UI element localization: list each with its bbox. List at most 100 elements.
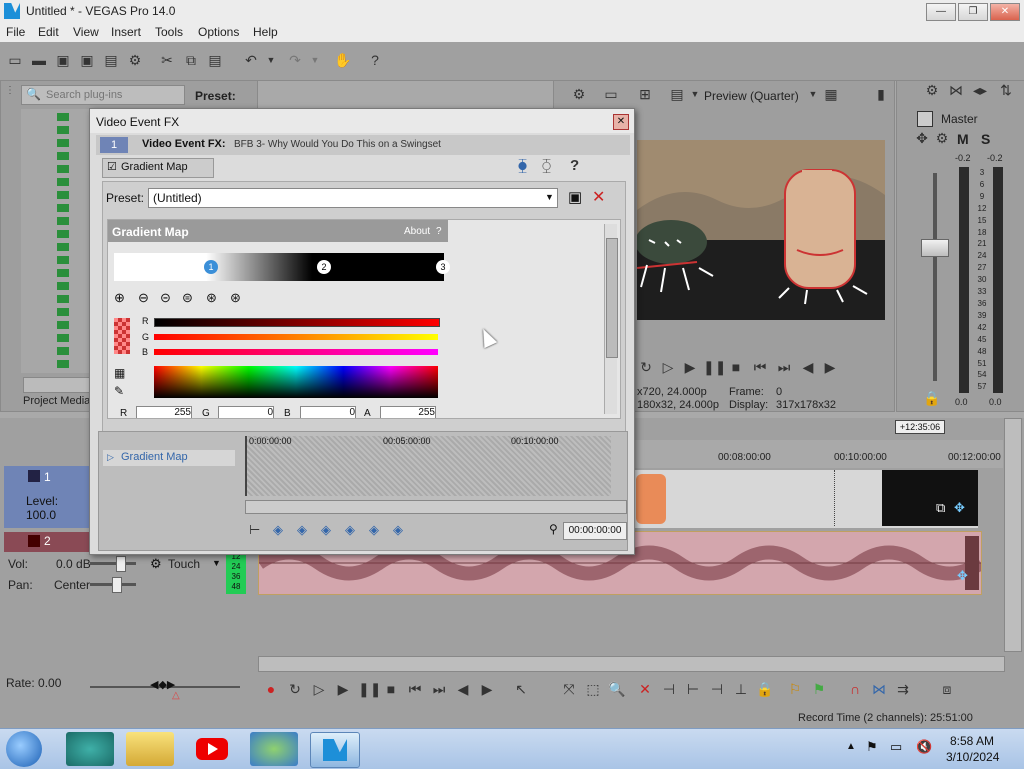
master-bus-toggle[interactable] <box>917 111 933 127</box>
go-to-start-icon-2[interactable]: ⏮ <box>406 680 424 698</box>
undo-icon[interactable]: ↶ <box>242 51 260 69</box>
go-to-end-icon[interactable]: ⏭ <box>775 358 793 376</box>
auto-ripple-icon[interactable]: ⇉ <box>894 680 912 698</box>
next-frame-icon-2[interactable]: ▶ <box>478 680 496 698</box>
keyframe-timeline[interactable]: 0:00:00:00 00:05:00:00 00:10:00:00 <box>245 436 611 496</box>
save-preset-icon[interactable]: ▣ <box>568 188 582 206</box>
cut-icon[interactable]: ✂ <box>158 51 176 69</box>
red-channel-slider[interactable] <box>154 318 440 327</box>
master-mute-button[interactable]: M <box>957 131 969 147</box>
track-1-header[interactable]: 1 Level: 100.0 <box>4 466 90 528</box>
first-keyframe-icon[interactable]: ◈ <box>273 522 283 538</box>
track-2-automation-mode[interactable]: Touch <box>168 557 200 571</box>
reverse-icon[interactable]: ⊛ <box>230 290 241 306</box>
master-automation-icon[interactable]: ✥ <box>913 129 931 147</box>
taskbar-youtube-icon[interactable] <box>188 732 236 766</box>
fx-enable-checkbox[interactable]: ☑ <box>107 160 117 173</box>
preset-select[interactable]: (Untitled) ▼ <box>148 188 558 208</box>
taskbar-app-green-icon[interactable] <box>66 732 114 766</box>
delete-icon[interactable]: ✕ <box>636 680 654 698</box>
record-icon[interactable]: ● <box>262 680 280 698</box>
track-2-vol-slider[interactable] <box>90 562 136 565</box>
distribute-icon[interactable]: ⊛ <box>206 290 217 306</box>
stop-icon-2[interactable]: ■ <box>382 680 400 698</box>
lock-icon[interactable]: 🔒 <box>756 680 774 698</box>
event-pan-crop-icon[interactable]: ⧉ <box>936 500 945 516</box>
master-solo-button[interactable]: S <box>981 131 990 147</box>
prev-frame-icon-2[interactable]: ◀ <box>454 680 472 698</box>
event-fx-icon[interactable]: ✥ <box>954 500 965 516</box>
gradient-bar[interactable]: 1 2 3 <box>114 253 450 281</box>
open-folder-icon[interactable]: ▬ <box>30 51 48 69</box>
sync-cursor-icon[interactable]: ⊢ <box>249 522 260 538</box>
menu-edit[interactable]: Edit <box>38 25 59 39</box>
timeline-hscrollbar[interactable] <box>258 656 1005 672</box>
gradient-stop-3[interactable]: 3 <box>436 260 450 274</box>
gradient-stop-1[interactable]: 1 <box>204 260 218 274</box>
menu-tools[interactable]: Tools <box>155 25 183 39</box>
add-stop-icon[interactable]: ⊕ <box>114 290 125 306</box>
search-input[interactable] <box>44 87 184 103</box>
pause-icon[interactable]: ❚❚ <box>703 358 726 376</box>
about-help-icon[interactable]: ? <box>436 226 442 237</box>
taskbar-file-explorer-icon[interactable] <box>126 732 174 766</box>
play-icon[interactable]: ▶ <box>681 358 699 376</box>
snapping-icon[interactable]: ∩ <box>846 680 864 698</box>
preset-dropdown-icon[interactable]: ▼ <box>545 192 554 202</box>
plugin-manager-icon[interactable]: ✋ <box>334 51 352 69</box>
auto-crossfade-icon[interactable]: ⋈ <box>870 680 888 698</box>
menu-options[interactable]: Options <box>198 25 239 39</box>
pause-icon-2[interactable]: ❚❚ <box>358 680 381 698</box>
move-right-icon[interactable]: ⊜ <box>182 290 193 306</box>
trim-end-icon[interactable]: ⊣ <box>708 680 726 698</box>
stop-icon[interactable]: ■ <box>727 358 745 376</box>
search-plugins-box[interactable]: 🔍 <box>21 85 185 105</box>
paste-icon[interactable]: ▤ <box>206 51 224 69</box>
marker-icon[interactable]: ⚐ <box>786 680 804 698</box>
normal-edit-tool-icon[interactable]: ↖ <box>512 680 530 698</box>
undo-dropdown-icon[interactable]: ▼ <box>262 51 280 69</box>
gradient-stop-2[interactable]: 2 <box>317 260 331 274</box>
master-fx-chain-icon[interactable]: ⚙ <box>933 129 951 147</box>
menu-help[interactable]: Help <box>253 25 278 39</box>
dim-output-icon[interactable]: ◂▸ <box>971 81 989 99</box>
track-2-header[interactable]: 2 <box>4 532 90 552</box>
selection-tool-icon[interactable]: ⬚ <box>584 680 602 698</box>
keyframe-track-row[interactable]: ▷ Gradient Map <box>103 450 235 466</box>
blue-channel-slider[interactable] <box>154 349 438 355</box>
overlays-grid-icon[interactable]: ▦ <box>822 85 840 103</box>
start-button[interactable] <box>6 731 42 767</box>
track-2-fx-gear-icon[interactable]: ⚙ <box>150 556 162 572</box>
snapshot-icon[interactable]: ▮ <box>872 85 890 103</box>
close-button[interactable]: ✕ <box>990 3 1020 21</box>
expand-track-icon[interactable]: ▷ <box>107 452 114 463</box>
track-1-level[interactable]: Level: 100.0 <box>26 494 90 522</box>
track-2-vol-handle[interactable] <box>116 556 126 572</box>
preview-quality-dropdown-icon[interactable]: ▼ <box>686 85 704 103</box>
preview-settings-gear-icon[interactable]: ⚙ <box>570 85 588 103</box>
timeline-vscrollbar[interactable] <box>1004 418 1022 652</box>
render-icon[interactable]: ▤ <box>102 51 120 69</box>
redo-icon[interactable]: ↷ <box>286 51 304 69</box>
menu-view[interactable]: View <box>73 25 99 39</box>
play-icon-2[interactable]: ▶ <box>334 680 352 698</box>
plugin-chain-icon[interactable]: ⧳ <box>518 157 527 174</box>
next-keyframe-icon[interactable]: ◈ <box>345 522 355 538</box>
color-palette-icon[interactable]: ▦ <box>114 366 125 380</box>
maximize-button[interactable]: ❐ <box>958 3 988 21</box>
next-frame-icon[interactable]: ▶ <box>821 358 839 376</box>
play-from-start-icon[interactable]: ▷ <box>659 358 677 376</box>
selected-color-swatch[interactable] <box>114 318 130 354</box>
downmix-icon[interactable]: ⋈ <box>947 81 965 99</box>
zoom-tool-icon[interactable]: 🔍 <box>608 680 626 698</box>
master-lock-icon[interactable]: 🔒 <box>923 389 941 407</box>
tray-volume-icon[interactable]: 🔇 <box>916 739 932 755</box>
previous-frame-icon[interactable]: ◀ <box>799 358 817 376</box>
video-event-thumbnail[interactable] <box>636 474 666 524</box>
audio-event-fx-icon[interactable]: ✥ <box>957 568 968 584</box>
taskbar-network-app-icon[interactable] <box>250 732 298 766</box>
menu-insert[interactable]: Insert <box>111 25 141 39</box>
rgba-r-input[interactable]: 255 <box>136 406 192 418</box>
master-settings-gear-icon[interactable]: ⚙ <box>923 81 941 99</box>
envelope-tool-icon[interactable]: ⤧ <box>560 680 578 698</box>
